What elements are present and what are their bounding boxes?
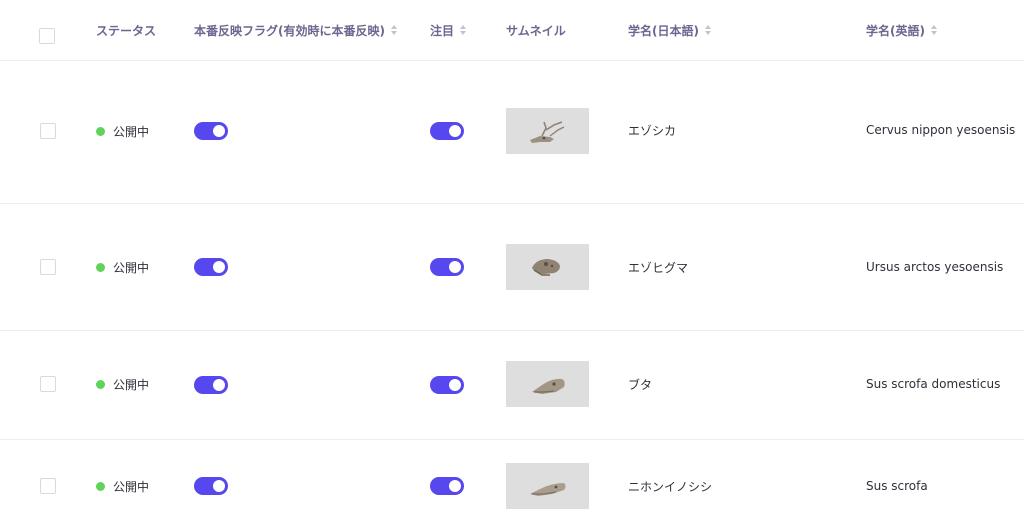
sort-icon[interactable] [930, 25, 937, 35]
toggle-knob [449, 261, 461, 273]
featured-toggle[interactable] [430, 477, 464, 495]
toggle-knob [449, 379, 461, 391]
row-checkbox[interactable] [40, 123, 56, 139]
status-dot-icon [96, 482, 105, 491]
select-all-checkbox[interactable] [39, 28, 55, 44]
thumbnail-image[interactable] [506, 108, 589, 154]
status-badge: 公開中 [96, 123, 149, 140]
column-header-en-name-label: 学名(英語) [866, 23, 925, 38]
en-name-cell: Sus scrofa domesticus [866, 377, 1001, 391]
row-checkbox[interactable] [40, 376, 56, 392]
featured-toggle[interactable] [430, 258, 464, 276]
sort-icon[interactable] [460, 25, 467, 35]
jp-name-cell: エゾヒグマ [628, 261, 689, 275]
thumbnail-image[interactable] [506, 361, 589, 407]
column-header-status: ステータス [96, 0, 156, 60]
pig-skull-icon [532, 378, 565, 394]
jp-name-cell: ニホンイノシシ [628, 480, 713, 494]
status-label: 公開中 [113, 261, 150, 275]
status-dot-icon [96, 263, 105, 272]
column-header-en-name[interactable]: 学名(英語) [866, 0, 937, 60]
column-header-jp-name[interactable]: 学名(日本語) [628, 0, 711, 60]
row-checkbox[interactable] [40, 259, 56, 275]
table-row[interactable]: 公開中 エゾシカ Cervus nippon yesoensis [0, 60, 1024, 204]
column-header-thumbnail: サムネイル [506, 0, 566, 60]
boar-skull-icon [530, 483, 566, 496]
toggle-knob [213, 379, 225, 391]
specimen-table: ステータス 本番反映フラグ(有効時に本番反映) 注目 サムネイル 学名(日本語)… [0, 0, 1024, 527]
table-row[interactable]: 公開中 エゾヒグマ Ursus arctos yesoensis [0, 203, 1024, 331]
en-name-cell: Cervus nippon yesoensis [866, 123, 1016, 137]
table-row[interactable]: 公開中 ニホンイノシシ Sus scrofa [0, 439, 1024, 527]
status-badge: 公開中 [96, 478, 149, 495]
column-header-featured-label: 注目 [430, 23, 455, 38]
status-badge: 公開中 [96, 259, 149, 276]
reflect-flag-toggle[interactable] [194, 376, 228, 394]
status-label: 公開中 [113, 378, 150, 392]
reflect-flag-toggle[interactable] [194, 258, 228, 276]
toggle-knob [213, 125, 225, 137]
thumbnail-image[interactable] [506, 463, 589, 509]
en-name-cell: Ursus arctos yesoensis [866, 260, 1004, 274]
toggle-knob [213, 480, 225, 492]
sort-icon[interactable] [390, 25, 397, 35]
column-header-reflect-flag-label: 本番反映フラグ(有効時に本番反映) [194, 23, 385, 38]
thumbnail-image[interactable] [506, 244, 589, 290]
table-header: ステータス 本番反映フラグ(有効時に本番反映) 注目 サムネイル 学名(日本語)… [0, 0, 1024, 61]
status-label: 公開中 [113, 125, 150, 139]
reflect-flag-toggle[interactable] [194, 122, 228, 140]
status-dot-icon [96, 127, 105, 136]
column-header-featured[interactable]: 注目 [430, 0, 467, 60]
status-dot-icon [96, 380, 105, 389]
jp-name-cell: エゾシカ [628, 124, 677, 138]
bear-skull-icon [532, 259, 560, 276]
deer-skull-icon [530, 121, 565, 143]
jp-name-cell: ブタ [628, 378, 653, 392]
column-header-reflect-flag[interactable]: 本番反映フラグ(有効時に本番反映) [194, 0, 397, 60]
toggle-knob [213, 261, 225, 273]
row-checkbox[interactable] [40, 478, 56, 494]
column-header-status-label: ステータス [96, 23, 157, 38]
featured-toggle[interactable] [430, 122, 464, 140]
featured-toggle[interactable] [430, 376, 464, 394]
toggle-knob [449, 125, 461, 137]
column-header-thumbnail-label: サムネイル [506, 23, 566, 38]
status-badge: 公開中 [96, 376, 149, 393]
table-row[interactable]: 公開中 ブタ Sus scrofa domesticus [0, 330, 1024, 440]
sort-icon[interactable] [704, 25, 711, 35]
toggle-knob [449, 480, 461, 492]
status-label: 公開中 [113, 480, 150, 494]
en-name-cell: Sus scrofa [866, 479, 928, 493]
reflect-flag-toggle[interactable] [194, 477, 228, 495]
column-header-jp-name-label: 学名(日本語) [628, 23, 699, 38]
